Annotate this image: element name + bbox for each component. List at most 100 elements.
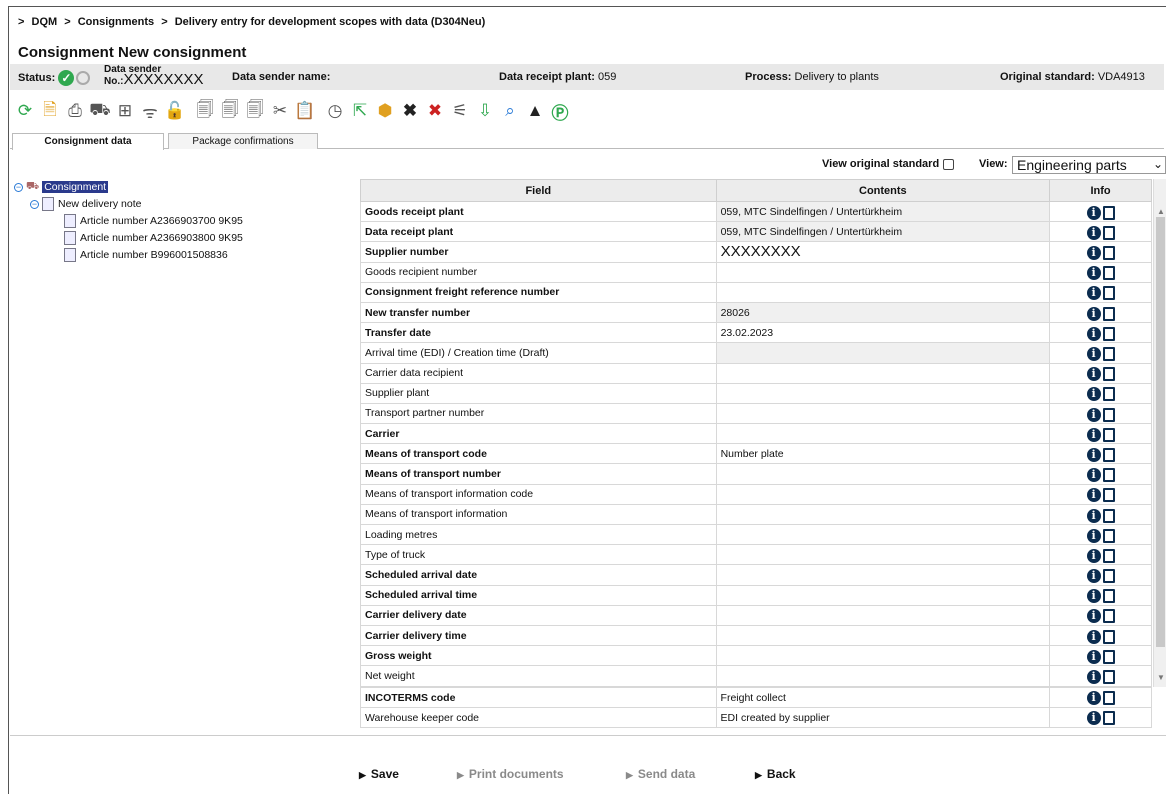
field-value-cell[interactable] bbox=[715, 645, 1051, 667]
clipboard-search-icon[interactable] bbox=[1102, 306, 1115, 321]
clipboard-search-icon[interactable] bbox=[1102, 629, 1115, 644]
truck-arrow-icon[interactable]: ⇩ bbox=[474, 100, 496, 122]
info-icon[interactable]: i bbox=[1086, 246, 1101, 261]
field-value-cell[interactable] bbox=[715, 503, 1051, 526]
breadcrumb-item-dqm[interactable]: DQM bbox=[32, 16, 58, 28]
field-value-cell[interactable]: 059, MTC Sindelfingen / Untertürkheim bbox=[715, 200, 1051, 223]
info-icon[interactable]: i bbox=[1086, 225, 1101, 240]
clipboard-search-icon[interactable] bbox=[1102, 649, 1115, 664]
tree-node-article[interactable]: Article number A2366903700 9K95 bbox=[64, 214, 243, 228]
field-value-cell[interactable] bbox=[715, 483, 1051, 505]
paste-icon[interactable]: 📋 bbox=[294, 100, 316, 122]
send-data-button[interactable]: ▶ Send data bbox=[626, 767, 695, 781]
view-original-standard-checkbox[interactable] bbox=[943, 158, 955, 170]
p-icon[interactable]: Ⓟ bbox=[549, 100, 571, 123]
clipboard-search-icon[interactable] bbox=[1102, 548, 1115, 563]
clipboard-search-icon[interactable] bbox=[1102, 205, 1115, 220]
field-value-cell[interactable] bbox=[715, 523, 1051, 546]
table-scrollbar[interactable]: ▲ ▼ bbox=[1153, 179, 1166, 687]
doc-2-icon[interactable]: 🗐 bbox=[219, 100, 241, 122]
clipboard-search-icon[interactable] bbox=[1102, 589, 1115, 604]
field-value-cell[interactable]: EDI created by supplier bbox=[715, 707, 1051, 728]
table-row[interactable]: Net weight i bbox=[360, 665, 1152, 687]
clipboard-search-icon[interactable] bbox=[1102, 609, 1115, 624]
table-row[interactable]: Scheduled arrival time i bbox=[360, 584, 1152, 606]
field-value-cell[interactable] bbox=[715, 281, 1051, 303]
info-icon[interactable]: i bbox=[1086, 205, 1101, 220]
clipboard-search-icon[interactable] bbox=[1102, 225, 1115, 240]
search-doc-icon[interactable]: ⌕ bbox=[499, 100, 521, 122]
field-value-cell[interactable] bbox=[715, 604, 1051, 626]
tab-package-confirmations[interactable]: Package confirmations bbox=[168, 133, 318, 149]
doc-1-icon[interactable]: 🗐 bbox=[194, 100, 216, 122]
field-value-cell[interactable] bbox=[715, 584, 1051, 606]
clipboard-search-icon[interactable] bbox=[1102, 326, 1115, 341]
info-icon[interactable]: i bbox=[1086, 508, 1101, 523]
clipboard-search-icon[interactable] bbox=[1102, 670, 1115, 685]
truck-icon[interactable]: ⛟ bbox=[89, 100, 111, 122]
table-row[interactable]: Means of transport number i bbox=[360, 463, 1152, 485]
table-row[interactable]: Carrier data recipient i bbox=[360, 362, 1152, 384]
field-value-cell[interactable] bbox=[715, 261, 1051, 283]
field-value-cell[interactable] bbox=[715, 382, 1051, 404]
clipboard-search-icon[interactable] bbox=[1102, 347, 1115, 362]
field-value-cell[interactable] bbox=[715, 624, 1051, 647]
print-documents-button[interactable]: ▶ Print documents bbox=[457, 767, 564, 781]
clipboard-search-icon[interactable] bbox=[1102, 387, 1115, 402]
info-icon[interactable]: i bbox=[1086, 468, 1101, 483]
column-header-contents[interactable]: Contents bbox=[715, 179, 1051, 202]
clipboard-search-icon[interactable] bbox=[1102, 468, 1115, 483]
collapse-icon[interactable]: − bbox=[30, 199, 39, 209]
info-icon[interactable]: i bbox=[1086, 347, 1101, 362]
table-row[interactable]: Data receipt plant 059, MTC Sindelfingen … bbox=[360, 221, 1152, 243]
print-icon[interactable]: ⎙ bbox=[64, 100, 86, 122]
info-icon[interactable]: i bbox=[1086, 367, 1101, 382]
tree-node-article[interactable]: Article number B996001508836 bbox=[64, 248, 228, 262]
info-icon[interactable]: i bbox=[1086, 286, 1101, 301]
refresh-icon[interactable]: ⟳ bbox=[14, 100, 36, 122]
info-icon[interactable]: i bbox=[1086, 710, 1101, 725]
table-row[interactable]: Carrier delivery time i bbox=[360, 624, 1152, 647]
info-icon[interactable]: i bbox=[1086, 569, 1101, 584]
cut-icon[interactable]: ✂ bbox=[269, 100, 291, 122]
info-icon[interactable]: i bbox=[1086, 488, 1101, 503]
info-icon[interactable]: i bbox=[1086, 447, 1101, 462]
clipboard-search-icon[interactable] bbox=[1102, 286, 1115, 301]
info-icon[interactable]: i bbox=[1086, 387, 1101, 402]
table-row[interactable]: INCOTERMS code Freight collect i bbox=[360, 687, 1152, 708]
clipboard-search-icon[interactable] bbox=[1102, 246, 1115, 261]
table-row[interactable]: New transfer number 28026 i bbox=[360, 301, 1152, 324]
clipboard-search-icon[interactable] bbox=[1102, 690, 1115, 705]
tree-node-consignment[interactable]: − ⛟ Consignment bbox=[14, 180, 109, 194]
new-document-icon[interactable]: 🗎 bbox=[39, 100, 61, 122]
clipboard-search-icon[interactable] bbox=[1102, 569, 1115, 584]
clipboard-search-icon[interactable] bbox=[1102, 508, 1115, 523]
field-value-cell[interactable] bbox=[715, 564, 1051, 586]
table-row[interactable]: Means of transport information i bbox=[360, 503, 1152, 526]
table-row[interactable]: Means of transport information code i bbox=[360, 483, 1152, 505]
info-icon[interactable]: i bbox=[1086, 306, 1101, 321]
lock-icon[interactable]: 🔓 bbox=[164, 100, 186, 122]
scrollbar-thumb[interactable] bbox=[1156, 217, 1165, 647]
table-row[interactable]: Scheduled arrival date i bbox=[360, 564, 1152, 586]
field-value-cell[interactable] bbox=[715, 342, 1051, 364]
clipboard-search-icon[interactable] bbox=[1102, 266, 1115, 281]
field-value-cell[interactable] bbox=[715, 423, 1051, 445]
field-value-cell[interactable] bbox=[715, 665, 1051, 687]
clipboard-search-icon[interactable] bbox=[1102, 528, 1115, 543]
table-row[interactable]: Carrier delivery date i bbox=[360, 604, 1152, 626]
status-search-icon[interactable] bbox=[76, 71, 91, 85]
table-row[interactable]: Transfer date 23.02.2023 i bbox=[360, 322, 1152, 344]
weight-icon[interactable]: ▲ bbox=[524, 100, 546, 122]
field-value-cell[interactable]: Number plate bbox=[715, 443, 1051, 465]
info-icon[interactable]: i bbox=[1086, 427, 1101, 442]
split-icon[interactable]: ⚟ bbox=[449, 100, 471, 122]
table-row[interactable]: Supplier plant i bbox=[360, 382, 1152, 404]
field-value-cell[interactable]: 23.02.2023 bbox=[715, 322, 1051, 344]
tree-node-delivery-note[interactable]: − New delivery note bbox=[30, 197, 141, 211]
scroll-up-icon[interactable]: ▲ bbox=[1157, 207, 1165, 216]
info-icon[interactable]: i bbox=[1086, 629, 1101, 644]
info-icon[interactable]: i bbox=[1086, 528, 1101, 543]
delete-red-icon[interactable]: ✖ bbox=[424, 100, 446, 122]
info-icon[interactable]: i bbox=[1086, 548, 1101, 563]
